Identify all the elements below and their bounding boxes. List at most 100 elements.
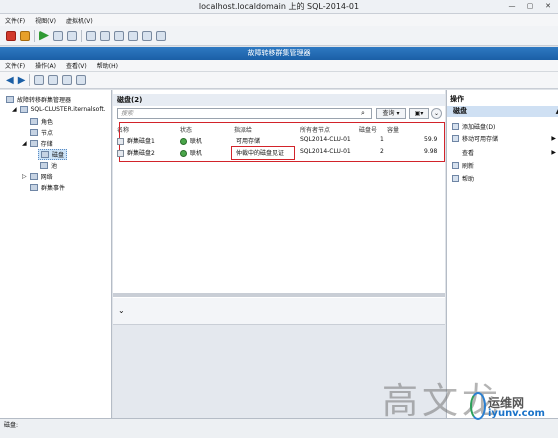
tree-item-storage[interactable]: ◢ 存储	[22, 139, 53, 148]
fullscreen-icon[interactable]	[142, 30, 152, 41]
actions-pane: 操作 磁盘 ▲ 添加磁盘(D) 移动可用存储 ▶ 查看 ▶ 刷新 帮助	[446, 90, 558, 418]
navigation-tree: 故障转移群集管理器 ◢ SQL-CLUSTER.iternalsoft. 角色 …	[0, 90, 112, 418]
revert-icon[interactable]	[100, 30, 110, 41]
storage-icon	[29, 140, 38, 147]
vm-toolbar	[0, 26, 558, 46]
tree-item-disks[interactable]: 磁盘	[38, 149, 68, 160]
vm-menu-file[interactable]: 文件(F)	[0, 16, 30, 25]
action-label: 刷新	[462, 162, 475, 170]
snapshot-icon[interactable]	[86, 30, 96, 41]
separator	[81, 29, 82, 42]
panel-icon[interactable]	[76, 75, 87, 85]
tree-item-label: 磁盘	[52, 152, 65, 159]
cell-owner: SQL2014-CLU-01	[300, 136, 351, 143]
vm-title-text: localhost.localdomain 上的 SQL-2014-01	[198, 2, 360, 11]
events-icon	[30, 184, 38, 191]
stop-icon[interactable]	[6, 30, 16, 41]
cell-status: 联机	[190, 138, 203, 145]
menu-view[interactable]: 查看(V)	[61, 61, 92, 70]
action-help[interactable]: 帮助	[452, 173, 556, 183]
detail-header: ⌄	[113, 298, 445, 325]
cell-status: 联机	[190, 150, 203, 157]
expand-search-button[interactable]: ⌄	[431, 108, 442, 119]
vm-menu-vm[interactable]: 虚拟机(V)	[61, 16, 98, 25]
tree-item-roles[interactable]: 角色	[30, 117, 53, 126]
cell-name: 群集磁盘1	[127, 138, 155, 145]
close-button[interactable]: ✕	[542, 2, 554, 11]
vm-menu-bar: 文件(F) 视图(V) 虚拟机(V)	[0, 14, 558, 26]
action-add-disk[interactable]: 添加磁盘(D)	[452, 121, 556, 131]
chevron-down-icon[interactable]: ⌄	[118, 306, 125, 315]
tree-item-nodes[interactable]: 节点	[30, 128, 53, 137]
pause-icon[interactable]	[20, 30, 30, 41]
menu-action[interactable]: 操作(A)	[30, 61, 61, 70]
action-view[interactable]: 查看 ▶	[452, 147, 556, 157]
pane-splitter[interactable]	[113, 293, 445, 297]
window-controls: — ▢ ✕	[506, 2, 554, 11]
disk-icon	[41, 151, 49, 158]
pool-icon	[40, 162, 48, 169]
tree-item-cluster[interactable]: ◢ SQL-CLUSTER.iternalsoft.	[12, 106, 106, 113]
refresh-icon	[452, 161, 459, 169]
action-label: 添加磁盘(D)	[462, 123, 496, 131]
collapse-icon[interactable]: ◢	[22, 140, 27, 147]
separator	[34, 29, 35, 42]
expand-icon[interactable]: ▷	[22, 173, 27, 180]
save-query-button[interactable]: ▣▾	[409, 108, 429, 119]
tree-item-label: 节点	[41, 130, 54, 137]
menu-help[interactable]: 帮助(H)	[92, 61, 123, 70]
search-input[interactable]: 搜索	[117, 108, 372, 119]
maximize-button[interactable]: ▢	[524, 2, 536, 11]
folder-icon[interactable]	[34, 75, 45, 85]
cluster-manager-icon	[6, 96, 14, 103]
refresh-icon[interactable]	[53, 30, 63, 41]
cell-owner: SQL2014-CLU-01	[300, 148, 351, 155]
tree-item-label: 池	[51, 163, 58, 170]
console-icon[interactable]	[128, 30, 138, 41]
forward-icon[interactable]: ▶	[18, 75, 26, 86]
cell-capacity: 59.9	[424, 136, 438, 143]
actions-section-disks[interactable]: 磁盘 ▲	[447, 106, 558, 117]
action-label: 查看	[462, 149, 475, 157]
pane-title: 磁盘(2)	[113, 94, 445, 106]
tree-item-manager[interactable]: 故障转移群集管理器	[6, 95, 71, 104]
move-storage-icon	[452, 134, 459, 142]
help-icon[interactable]	[62, 75, 73, 85]
app-title-bar: 故障转移群集管理器	[0, 47, 558, 60]
action-move-storage[interactable]: 移动可用存储 ▶	[452, 133, 556, 143]
vm-menu-view[interactable]: 视图(V)	[30, 16, 61, 25]
power-icon[interactable]	[67, 30, 77, 41]
tree-item-cluster-events[interactable]: 群集事件	[30, 183, 65, 192]
action-label: 移动可用存储	[462, 135, 499, 143]
settings-icon[interactable]	[156, 30, 166, 41]
collapse-icon[interactable]: ◢	[12, 106, 17, 113]
query-label: 查询	[382, 110, 395, 117]
actions-header: 操作	[450, 95, 464, 103]
tree-item-pools[interactable]: 池	[40, 161, 57, 170]
tree-view-icon[interactable]	[48, 75, 59, 85]
submenu-arrow-icon: ▶	[551, 134, 556, 142]
separator	[29, 74, 31, 86]
manage-snapshot-icon[interactable]	[114, 30, 124, 41]
help-icon	[452, 174, 459, 182]
disk-icon	[117, 138, 124, 145]
back-icon[interactable]: ◀	[6, 75, 14, 86]
action-refresh[interactable]: 刷新	[452, 160, 556, 170]
tree-item-networks[interactable]: ▷ 网络	[22, 172, 53, 181]
nodes-icon	[30, 129, 38, 136]
online-icon	[180, 138, 187, 145]
tree-item-label: SQL-CLUSTER.iternalsoft.	[30, 106, 106, 113]
add-disk-icon	[452, 122, 459, 130]
tree-item-label: 网络	[40, 174, 53, 181]
cell-disk-number: 2	[380, 148, 384, 155]
cell-capacity: 9.98	[424, 148, 438, 155]
menu-file[interactable]: 文件(F)	[0, 61, 30, 70]
cell-assigned: 可用存储	[236, 138, 261, 145]
highlight-box-witness	[231, 146, 295, 160]
query-button[interactable]: 查询 ▾	[376, 108, 406, 119]
minimize-button[interactable]: —	[506, 2, 518, 11]
site-watermark: 运维网 iyunv.com	[470, 392, 545, 422]
search-icon[interactable]: ⌕	[361, 109, 365, 118]
action-label: 帮助	[462, 175, 475, 183]
play-icon[interactable]	[39, 30, 49, 41]
